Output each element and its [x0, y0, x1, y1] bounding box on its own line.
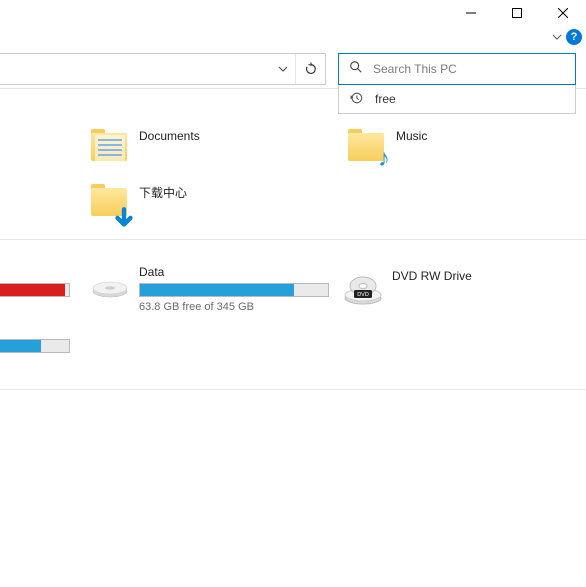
title-bar [0, 0, 586, 25]
drive-usage-bar [139, 283, 329, 297]
folder-item-documents[interactable]: Documents [89, 129, 200, 179]
search-suggestions-dropdown: free [338, 85, 576, 114]
svg-text:DVD: DVD [357, 292, 369, 298]
drive-item-data[interactable]: Data 63.8 GB free of 345 GB [89, 265, 329, 313]
drive-item-dvd[interactable]: DVD DVD RW Drive [342, 269, 472, 311]
dvd-drive-icon: DVD [342, 269, 384, 311]
section-separator [0, 239, 586, 240]
search-input[interactable] [373, 62, 575, 76]
search-box[interactable] [338, 53, 576, 85]
nav-row: free [0, 49, 586, 89]
folder-item-downloads[interactable]: 下载中心 [89, 184, 187, 234]
maximize-button[interactable] [494, 0, 540, 25]
documents-folder-icon [89, 129, 131, 171]
help-button[interactable]: ? [566, 29, 582, 45]
address-dropdown-button[interactable] [271, 54, 295, 84]
downloads-folder-icon [89, 184, 131, 226]
refresh-button[interactable] [295, 54, 325, 84]
search-history-item[interactable]: free [339, 85, 575, 113]
drive-usage-bar-partial[interactable] [0, 339, 70, 353]
address-bar[interactable] [0, 53, 326, 85]
close-button[interactable] [540, 0, 586, 25]
drive-label: DVD RW Drive [392, 269, 472, 283]
hard-drive-icon [89, 265, 131, 307]
refresh-icon [304, 62, 318, 76]
music-folder-icon: ♪ [346, 129, 388, 171]
search-history-text: free [375, 92, 396, 106]
history-icon [349, 91, 363, 108]
minimize-button[interactable] [448, 0, 494, 25]
ribbon-row: ? [0, 25, 586, 49]
ribbon-expand-chevron-icon[interactable] [552, 33, 562, 41]
folder-label: 下载中心 [139, 184, 187, 201]
drive-usage-fill [140, 284, 294, 296]
drive-usage-bar-partial[interactable] [0, 283, 70, 297]
chevron-down-icon [278, 65, 288, 73]
section-separator [0, 389, 586, 390]
folder-label: Music [396, 129, 427, 143]
drive-free-text: 63.8 GB free of 345 GB [139, 301, 329, 313]
drive-label: Data [139, 265, 329, 279]
folder-label: Documents [139, 129, 200, 143]
search-icon [349, 60, 363, 79]
folder-item-music[interactable]: ♪ Music [346, 129, 427, 179]
